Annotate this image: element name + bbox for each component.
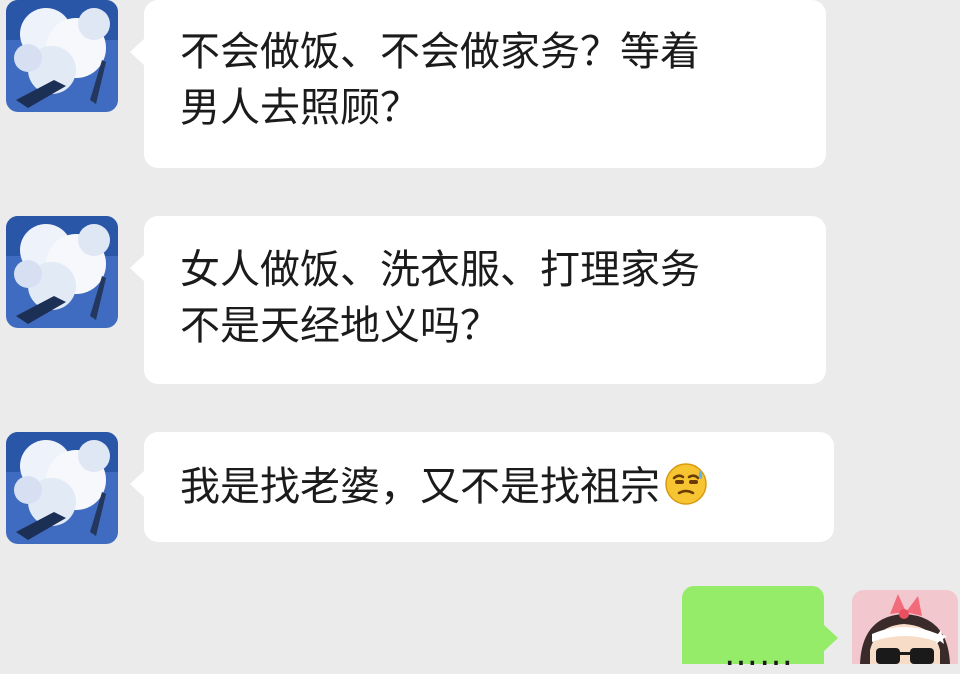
cartoon-girl-avatar[interactable]: [852, 590, 958, 664]
message-text-line: 男人去照顾？: [180, 85, 420, 131]
sweat-smile-emoji-icon: [664, 462, 708, 521]
message-text-line: 不会做饭、不会做家务？等着: [180, 29, 700, 75]
cloud-avatar[interactable]: [6, 216, 118, 328]
message-bubble[interactable]: 我是找老婆，又不是找祖宗: [130, 432, 834, 542]
message-bubble[interactable]: 女人做饭、洗衣服、打理家务 不是天经地义吗？: [130, 216, 826, 384]
message-bubble[interactable]: 不会做饭、不会做家务？等着 男人去照顾？: [130, 0, 826, 168]
message-text-line: 女人做饭、洗衣服、打理家务: [180, 247, 700, 293]
message-text-line: 不是天经地义吗？: [180, 303, 500, 349]
message-text: 我是找老婆，又不是找祖宗: [180, 464, 660, 510]
message-text-line: 我是找老婆，又不是找祖宗: [180, 459, 798, 521]
message-text: ……: [724, 634, 794, 674]
cloud-avatar[interactable]: [6, 0, 118, 112]
outgoing-message-bubble[interactable]: ……: [682, 586, 838, 674]
cloud-avatar[interactable]: [6, 432, 118, 544]
